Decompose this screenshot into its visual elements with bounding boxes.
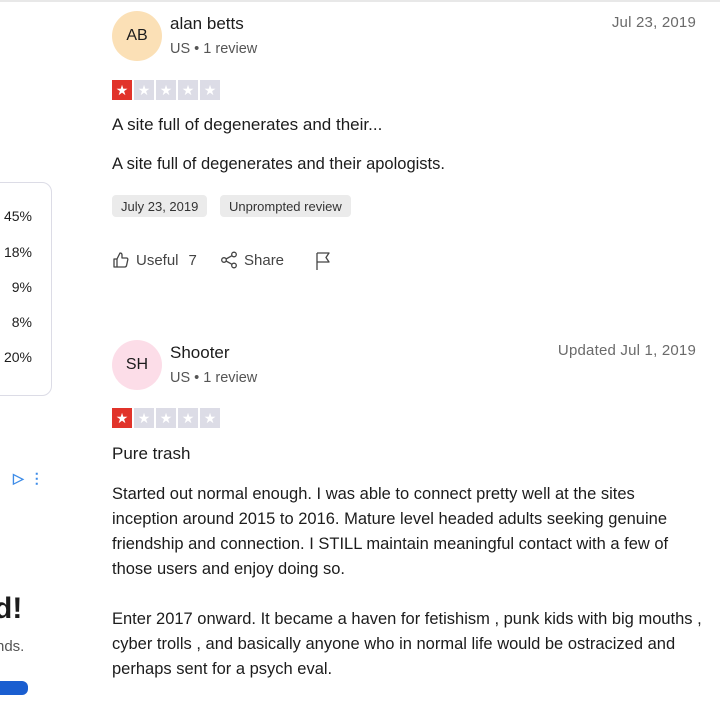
star-icon: ★ [156, 80, 176, 100]
ad-choices-icon[interactable]: ▷ [13, 470, 24, 486]
star-icon: ★ [134, 408, 154, 428]
ad-controls: ▷ ⋮ [13, 470, 44, 487]
useful-count: 7 [188, 251, 197, 269]
experience-date-tag: July 23, 2019 [112, 195, 208, 217]
review-paragraph: Enter 2017 onward. It became a haven for… [112, 610, 702, 678]
ad-menu-icon[interactable]: ⋮ [30, 470, 44, 486]
ad-button[interactable] [0, 681, 28, 695]
useful-label: Useful [136, 251, 179, 269]
star-icon: ★ [156, 408, 176, 428]
star-icon: ★ [134, 80, 154, 100]
thumbs-up-icon [113, 252, 129, 268]
distribution-percent-3-star: 9% [11, 279, 32, 295]
reviewer-meta: US • 1 review [170, 370, 258, 386]
distribution-percent-4-star: 18% [3, 244, 32, 260]
unprompted-review-tag: Unprompted review [220, 195, 351, 217]
ad-text: nds. [0, 638, 25, 655]
star-rating: ★ ★ ★ ★ ★ [112, 80, 220, 100]
star-icon: ★ [178, 408, 198, 428]
review-body: Started out normal enough. I was able to… [112, 482, 702, 707]
star-icon: ★ [200, 408, 220, 428]
distribution-percent-2-star: 8% [11, 314, 32, 330]
star-icon: ★ [112, 408, 132, 428]
report-button[interactable] [314, 251, 332, 271]
share-button[interactable]: Share [220, 251, 284, 269]
review-paragraph: Started out normal enough. I was able to… [112, 485, 669, 578]
reviewer-name[interactable]: Shooter [170, 343, 230, 363]
avatar[interactable]: AB [112, 11, 162, 61]
star-rating: ★ ★ ★ ★ ★ [112, 408, 220, 428]
distribution-percent-1-star: 20% [3, 349, 32, 365]
avatar[interactable]: SH [112, 340, 162, 390]
distribution-percent-5-star: 45% [3, 208, 32, 224]
star-icon: ★ [200, 80, 220, 100]
top-divider [0, 0, 720, 2]
share-label: Share [244, 251, 285, 269]
star-icon: ★ [178, 80, 198, 100]
review-title[interactable]: A site full of degenerates and their... [112, 115, 382, 135]
review-date: Jul 23, 2019 [611, 14, 696, 31]
flag-icon [316, 252, 330, 270]
useful-button[interactable]: Useful 7 [112, 251, 197, 269]
reviewer-meta: US • 1 review [170, 41, 258, 57]
reviewer-name[interactable]: alan betts [170, 14, 244, 34]
review-date: Updated Jul 1, 2019 [557, 342, 696, 359]
review-title[interactable]: Pure trash [112, 444, 190, 464]
share-icon [221, 251, 237, 269]
review-paragraph: A site full of degenerates and their apo… [112, 155, 445, 173]
star-icon: ★ [112, 80, 132, 100]
ad-headline: d! [0, 592, 23, 625]
